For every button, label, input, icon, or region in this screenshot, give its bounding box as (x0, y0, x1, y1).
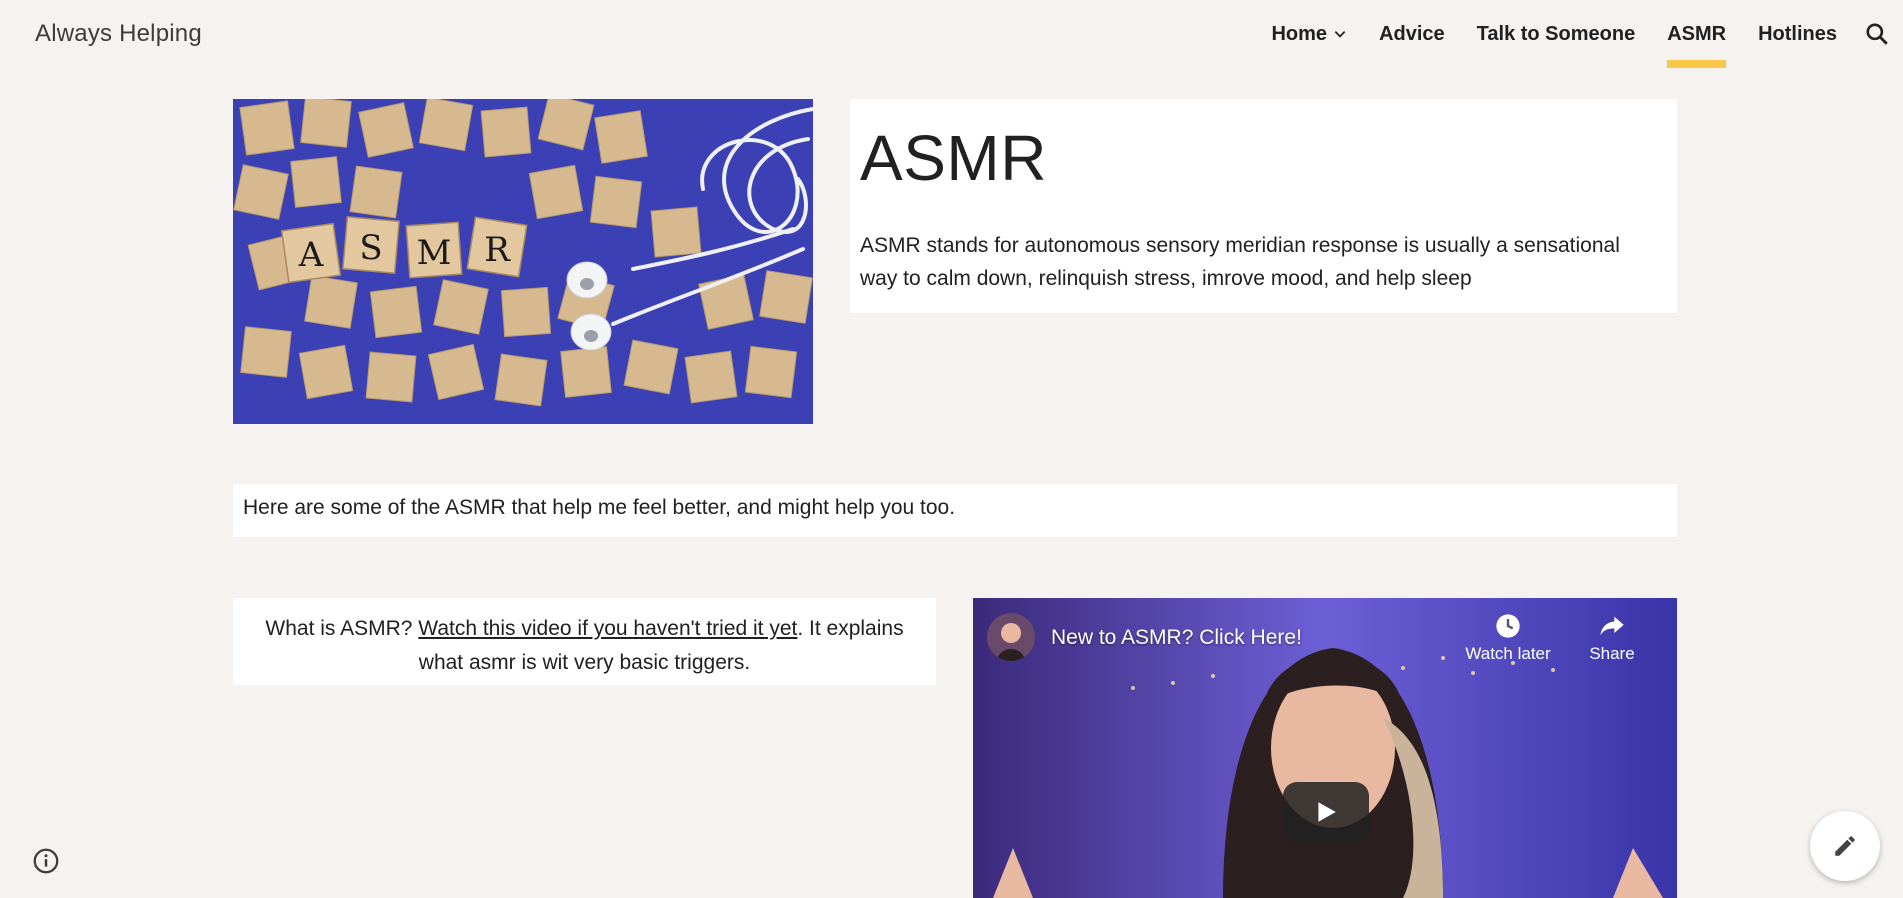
nav-item-label: ASMR (1667, 22, 1727, 45)
watch-later-button[interactable]: Watch later (1463, 612, 1553, 664)
share-button[interactable]: Share (1567, 612, 1657, 664)
asmr-description: ASMR stands for autonomous sensory merid… (860, 234, 1620, 290)
site-info-button[interactable] (31, 846, 61, 876)
page-title: ASMR (860, 122, 1047, 194)
search-button[interactable] (1853, 0, 1901, 68)
intro-card: Here are some of the ASMR that help me f… (233, 484, 1677, 537)
play-icon (1318, 802, 1336, 822)
what-is-asmr-card: What is ASMR? Watch this video if you ha… (233, 598, 936, 685)
intro-text: Here are some of the ASMR that help me f… (243, 496, 956, 519)
nav-item-label: Hotlines (1758, 22, 1837, 45)
avatar-image (987, 613, 1035, 661)
top-bar: Always Helping Home Advice Talk to Someo… (0, 0, 1903, 68)
nav-item-talk-to-someone[interactable]: Talk to Someone (1461, 0, 1652, 68)
tile-letter-r: R (484, 230, 511, 270)
video-title[interactable]: New to ASMR? Click Here! (1051, 626, 1302, 650)
clock-icon (1496, 614, 1520, 638)
nav-item-label: Talk to Someone (1476, 22, 1636, 45)
video-embed[interactable]: New to ASMR? Click Here! Watch later Sha… (973, 598, 1677, 898)
tile-letter-m: M (417, 233, 452, 273)
nav-item-advice[interactable]: Advice (1363, 0, 1461, 68)
play-button[interactable] (1283, 782, 1369, 842)
site-title[interactable]: Always Helping (35, 20, 202, 48)
watch-video-link[interactable]: Watch this video if you haven't tried it… (418, 617, 797, 640)
scrabble-tiles-image: A S M R (233, 99, 813, 424)
what-is-asmr-text: What is ASMR? Watch this video if you ha… (243, 612, 926, 680)
hero-text-card: ASMR ASMR stands for autonomous sensory … (850, 99, 1677, 313)
share-icon (1600, 616, 1624, 636)
nav-item-asmr[interactable]: ASMR (1651, 0, 1742, 68)
nav-item-label: Home (1271, 22, 1328, 45)
watch-later-label: Watch later (1465, 644, 1551, 663)
search-icon (1866, 23, 1888, 45)
nav-item-hotlines[interactable]: Hotlines (1742, 0, 1853, 68)
main-nav: Home Advice Talk to Someone ASMR Hotline… (1255, 0, 1903, 68)
info-icon (33, 848, 59, 874)
tile-letter-a: A (298, 235, 324, 275)
tile-letter-s: S (359, 228, 382, 268)
what-is-prefix: What is ASMR? (265, 617, 419, 640)
nav-item-label: Advice (1379, 22, 1445, 45)
nav-item-home[interactable]: Home (1255, 0, 1363, 68)
share-label: Share (1589, 644, 1635, 663)
pencil-icon (1835, 836, 1855, 856)
edit-button[interactable] (1810, 811, 1880, 881)
chevron-down-icon[interactable] (1333, 27, 1347, 41)
hero-image: A S M R (233, 99, 813, 424)
channel-avatar[interactable] (987, 613, 1035, 661)
